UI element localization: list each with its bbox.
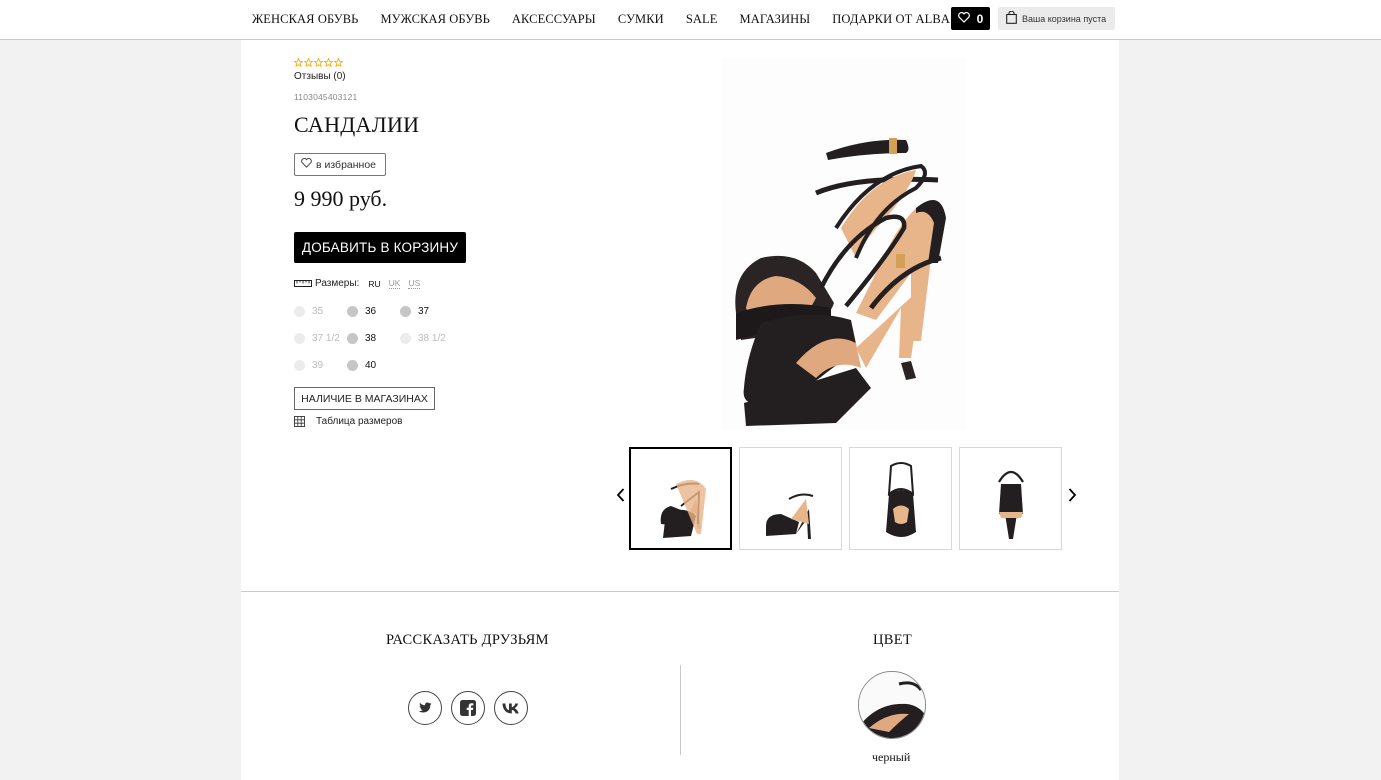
size-option-37-half: 37 1/2 (294, 331, 347, 345)
chevron-right-icon[interactable] (1068, 488, 1077, 507)
size-label: 37 (418, 305, 430, 317)
size-radio[interactable] (347, 332, 358, 344)
size-system-uk[interactable]: UK (388, 278, 401, 289)
reviews-link[interactable]: Отзывы (0) (294, 71, 346, 82)
favorites-count: 0 (976, 11, 984, 26)
rating-stars[interactable] (294, 58, 343, 67)
color-title: ЦВЕТ (873, 632, 913, 648)
thumbnail-2[interactable] (739, 447, 842, 550)
star-icon (314, 58, 323, 67)
size-radio[interactable] (400, 305, 411, 317)
thumbnail-gallery (612, 447, 1082, 550)
shopping-bag-icon (1006, 10, 1017, 26)
size-label: 36 (365, 305, 377, 317)
add-to-cart-button[interactable]: ДОБАВИТЬ В КОРЗИНУ (294, 232, 466, 263)
star-icon (334, 58, 343, 67)
size-label: 39 (312, 359, 324, 371)
vk-icon[interactable] (494, 691, 528, 725)
product-title: САНДАЛИИ (294, 112, 420, 137)
size-radio (294, 332, 305, 344)
size-label: 38 (365, 332, 377, 344)
product-main-image[interactable] (706, 58, 976, 433)
size-label: 37 1/2 (312, 332, 340, 344)
nav-bags[interactable]: СУМКИ (618, 12, 664, 27)
nav-womens-shoes[interactable]: ЖЕНСКАЯ ОБУВЬ (252, 12, 358, 27)
size-table-link[interactable]: Таблица размеров (294, 416, 402, 427)
size-table-label: Таблица размеров (316, 416, 403, 427)
size-label: 38 1/2 (418, 332, 446, 344)
heart-icon (301, 158, 312, 171)
size-options: 35 36 37 37 1/2 38 38 1/2 39 40 (294, 304, 464, 372)
color-swatch-black[interactable] (858, 671, 926, 739)
nav-accessories[interactable]: АКСЕССУАРЫ (512, 12, 596, 27)
size-radio (294, 305, 305, 317)
store-availability-button[interactable]: НАЛИЧИЕ В МАГАЗИНАХ (294, 387, 435, 410)
sizes-header: Размеры: RU UK US (294, 278, 421, 289)
cart-status: Ваша корзина пуста (1022, 13, 1107, 24)
size-label: 35 (312, 305, 324, 317)
chevron-left-icon[interactable] (616, 488, 625, 507)
nav-mens-shoes[interactable]: МУЖСКАЯ ОБУВЬ (380, 12, 489, 27)
size-radio (294, 359, 305, 371)
ruler-icon (294, 280, 312, 287)
cart-button[interactable]: Ваша корзина пуста (998, 7, 1115, 30)
color-name: черный (872, 750, 911, 764)
thumbnail-1[interactable] (629, 447, 732, 550)
main-nav: ЖЕНСКАЯ ОБУВЬ МУЖСКАЯ ОБУВЬ АКСЕССУАРЫ С… (252, 0, 972, 39)
size-radio[interactable] (347, 359, 358, 371)
size-option-38[interactable]: 38 (347, 331, 400, 345)
add-to-favorites-button[interactable]: в избранное (294, 153, 386, 176)
size-option-38-half: 38 1/2 (400, 331, 464, 345)
thumbnail-4[interactable] (959, 447, 1062, 550)
size-option-40[interactable]: 40 (347, 358, 400, 372)
size-radio (400, 332, 411, 344)
heart-icon (957, 11, 970, 26)
size-system-us[interactable]: US (408, 278, 421, 289)
product-sku: 1103045403121 (294, 92, 358, 102)
site-header: ЖЕНСКАЯ ОБУВЬ МУЖСКАЯ ОБУВЬ АКСЕССУАРЫ С… (0, 0, 1381, 40)
grid-table-icon (294, 416, 305, 427)
nav-stores[interactable]: МАГАЗИНЫ (739, 12, 810, 27)
size-radio[interactable] (347, 305, 358, 317)
size-system-ru[interactable]: RU (368, 279, 380, 289)
sizes-label: Размеры: (315, 278, 360, 289)
thumbnail-3[interactable] (849, 447, 952, 550)
size-label: 40 (365, 359, 377, 371)
section-divider (241, 591, 1119, 592)
column-divider (680, 665, 681, 755)
facebook-icon[interactable] (451, 691, 485, 725)
twitter-icon[interactable] (408, 691, 442, 725)
size-option-35: 35 (294, 304, 347, 318)
star-icon (324, 58, 333, 67)
nav-sale[interactable]: SALE (686, 12, 718, 27)
size-option-36[interactable]: 36 (347, 304, 400, 318)
star-icon (294, 58, 303, 67)
share-title: РАССКАЗАТЬ ДРУЗЬЯМ (386, 632, 549, 648)
star-icon (304, 58, 313, 67)
size-option-39: 39 (294, 358, 347, 372)
nav-gifts[interactable]: ПОДАРКИ ОТ ALBA (832, 12, 950, 27)
size-option-37[interactable]: 37 (400, 304, 464, 318)
product-price: 9 990 руб. (294, 186, 388, 211)
add-to-favorites-label: в избранное (316, 158, 377, 171)
favorites-button[interactable]: 0 (951, 7, 990, 30)
